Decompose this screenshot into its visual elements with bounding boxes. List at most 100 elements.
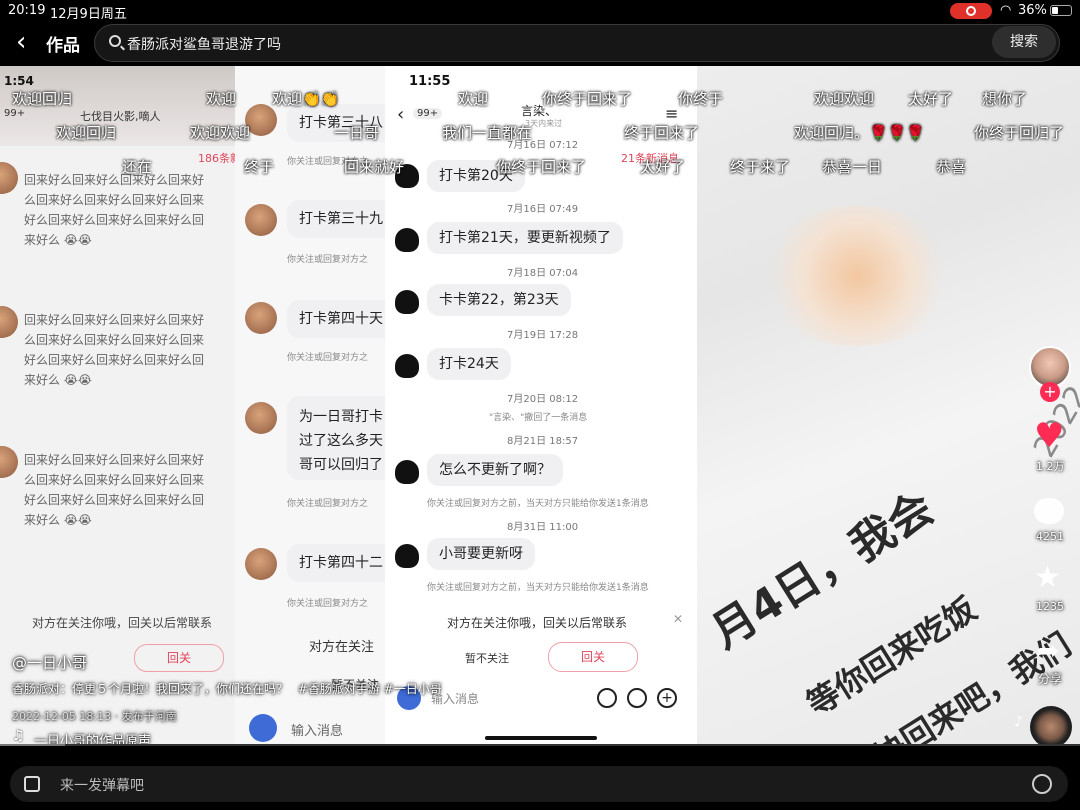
wifi-icon: ◠ [1000,3,1012,18]
danmaku-item: 终于 [244,158,275,176]
panel3-avatar [395,290,419,314]
panel3-menu-icon: ≡ [665,104,679,123]
panel3-avatar [395,354,419,378]
panel3-plus-icon: + [657,688,677,708]
panel3-timestamp: 7月20日 08:12 [507,394,579,405]
danmaku-item: 欢迎回归。🌹🌹🌹 [794,124,926,142]
panel1-msg-1: 回来好么回来好么回来好么回来好么回来好么回来好么回来好么回来好么回来好么回来好么… [24,173,205,247]
author-name[interactable]: @一日小哥 [12,652,87,673]
danmaku-toggle-icon[interactable] [24,776,40,792]
danmaku-input[interactable]: 来一发弹幕吧 [10,766,1068,802]
panel2-avatar [245,402,277,434]
video-player[interactable]: 1:54 99+ 七伐目火影,嘀人 186条新消息 回来好么回来好么回来好么回来… [0,66,1080,744]
like-count: 1.2万 [1036,460,1065,473]
danmaku-item: 太好了 [908,90,954,108]
search-icon [109,35,121,47]
follow-plus-icon[interactable]: + [1040,382,1060,402]
search-input[interactable]: 香肠派对鲨鱼哥退游了吗 [94,24,1060,62]
screen-record-icon[interactable] [950,3,992,19]
panel3-bubble: 打卡第21天，要更新视频了 [427,222,623,254]
panel2-note: 你关注或回复对方之 [287,353,369,363]
panel3-limit-note: 你关注或回复对方之前，当天对方只能给你发送1条消息 [427,583,649,593]
danmaku-item: 太好了 [640,158,686,176]
danmaku-item: 欢迎👏👏 [272,90,340,108]
battery-text: 36% [1018,3,1047,18]
danmaku-item: 你终于回来了 [542,90,633,108]
description-text: 香肠派对：停更５个月啦！我回来了，你们还在吗？ [12,682,289,696]
blurred-shape [757,206,957,346]
panel3-timestamp: 8月31日 11:00 [507,522,579,533]
danmaku-item: 欢迎 [206,90,237,108]
comment-icon[interactable] [1034,498,1064,524]
danmaku-item: 回来就好 [344,158,405,176]
danmaku-item: 恭喜 [936,158,967,176]
panel2-bubble: 打卡第三十九 [287,200,385,238]
back-label[interactable]: 作品 [46,31,80,56]
panel3-close-icon: ✕ [673,612,684,626]
panel1-avatar [0,162,18,194]
danmaku-item: 还在 [122,158,153,176]
panel3-badge: 99+ [413,108,443,119]
playback-progress[interactable] [0,744,1080,746]
back-icon[interactable]: ‹ [16,28,26,56]
favorite-icon[interactable]: ★ [1034,562,1061,594]
panel3-timestamp: 7月18日 07:04 [507,268,579,279]
panel2-note: 你关注或回复对方之 [287,255,369,265]
panel3-avatar [395,228,419,252]
panel2-note: 你关注或回复对方之 [287,599,369,609]
panel2-avatar [245,204,277,236]
panel2-input-placeholder: 输入消息 [291,724,344,739]
panel2-note: 你关注或回复对方之 [287,499,369,509]
camera-icon [249,714,277,742]
publish-meta: 2022-12-05 18:13 · 发布于河南 [12,710,177,723]
danmaku-item: 想你了 [982,90,1028,108]
panel2-avatar [245,548,277,580]
music-icon: ♫ [12,728,25,744]
panel2-bubble-line: 为一日哥打卡 [299,409,383,425]
panel1-avatar [0,446,18,478]
status-date: 12月9日周五 [50,7,127,22]
panel3-voice-icon [597,688,617,708]
danmaku-item: 一日哥 [334,124,380,142]
top-bar: ‹ 作品 香肠派对鲨鱼哥退游了吗 [0,22,1080,66]
panel1-follow-prompt: 对方在关注你哦，回关以后常联系 [32,616,213,630]
share-label: 分享 [1038,672,1063,686]
panel3-follow-button: 回关 [548,642,638,672]
panel3-bubble: 小哥要更新呀 [427,538,535,570]
panel3-timestamp: 7月16日 07:49 [507,204,579,215]
danmaku-item: 欢迎回归 [56,124,117,142]
panel1-msg-3: 回来好么回来好么回来好么回来好么回来好么回来好么回来好么回来好么回来好么回来好么… [24,453,205,527]
status-time: 20:19 [8,3,46,18]
danmaku-item: 我们一直都在 [442,124,533,142]
panel3-timestamp: 7月19日 17:28 [507,330,579,341]
panel1-msg-2: 回来好么回来好么回来好么回来好么回来好么回来好么回来好么回来好么回来好么回来好么… [24,313,205,387]
panel3-avatar [395,460,419,484]
panel3-emoji-icon [627,688,647,708]
danmaku-item: 欢迎欢迎 [190,124,251,142]
share-icon[interactable]: ➦ [1036,636,1059,666]
video-description: 香肠派对：停更５个月啦！我回来了，你们还在吗？ #香肠派对手游 #一日小哥 [12,680,442,697]
panel3-home-indicator [485,736,597,740]
panel3-unfollow: 暂不关注 [465,652,509,665]
danmaku-item: 欢迎 [458,90,489,108]
panel3-limit-note: 你关注或回复对方之前，当天对方只能给你发送1条消息 [427,499,649,509]
status-bar: 20:19 12月9日周五 ◠ 36% [0,0,1080,22]
like-icon[interactable]: ♥ [1034,418,1064,454]
panel2-avatar [245,302,277,334]
danmaku-item: 你终于回归了 [974,124,1065,142]
panel1-count: 186条新消息 [198,152,235,165]
panel2-bubble-multi: 为一日哥打卡 过了这么多天 哥可以回归了 [287,396,385,480]
danmaku-placeholder: 来一发弹幕吧 [60,778,144,794]
search-button[interactable]: 搜索 [992,26,1056,58]
hashtags[interactable]: #香肠派对手游 #一日小哥 [298,682,442,696]
panel3-bubble: 打卡24天 [427,348,511,380]
panel2-bubble-line: 哥可以回归了 [299,457,383,473]
danmaku-item: 你终于回来了 [496,158,587,176]
panel1-avatar [0,306,18,338]
music-disc[interactable] [1030,706,1072,744]
panel3-bubble: 卡卡第22，第23天 [427,284,571,316]
danmaku-item: 你终于 [678,90,724,108]
danmaku-item: 终于来了 [730,158,791,176]
music-title[interactable]: 一日小哥的作品原声 [34,730,151,744]
emoji-icon[interactable] [1032,774,1052,794]
